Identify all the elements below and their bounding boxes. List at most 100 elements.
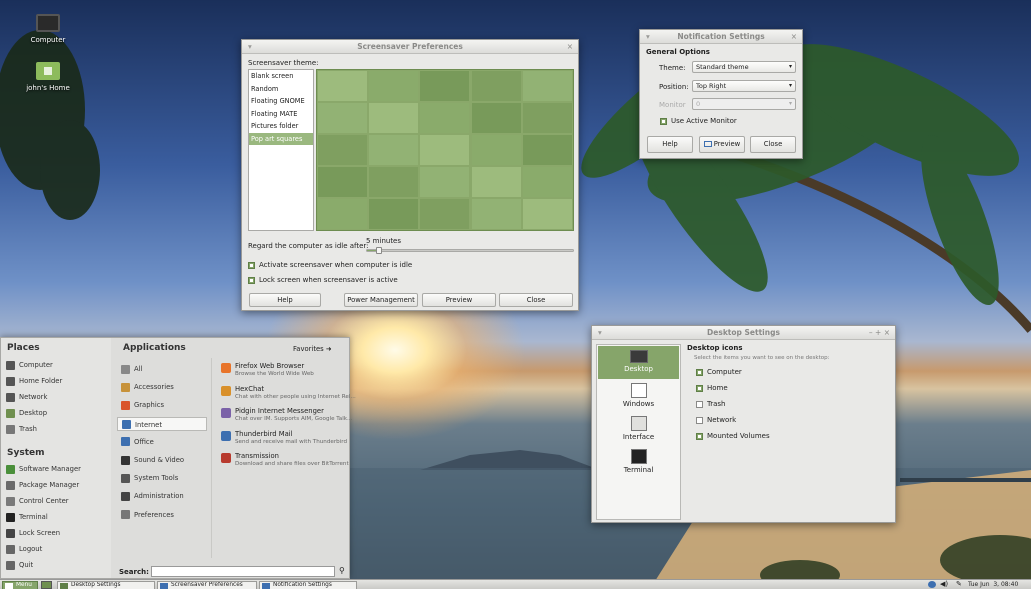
preview-button[interactable]: Preview xyxy=(699,136,745,153)
help-button[interactable]: Help xyxy=(647,136,693,153)
window-menu-icon[interactable]: ▾ xyxy=(646,30,650,43)
option-checkbox[interactable] xyxy=(696,368,703,376)
option-checkbox[interactable] xyxy=(696,416,703,424)
category-item[interactable]: Administration xyxy=(117,489,207,503)
option-checkbox[interactable] xyxy=(696,400,703,408)
places-item[interactable]: Trash xyxy=(6,422,37,436)
screensaver-titlebar[interactable]: ▾ Screensaver Preferences × xyxy=(242,40,578,54)
desktop-icon-option[interactable]: Trash xyxy=(696,400,726,408)
power-management-button[interactable]: Power Management xyxy=(344,293,418,307)
option-checkbox[interactable] xyxy=(696,432,703,440)
category-label: Graphics xyxy=(134,401,165,410)
window-title: Screensaver Preferences xyxy=(357,42,463,51)
taskbar-window-screensaver[interactable]: Screensaver Preferences xyxy=(157,581,257,589)
desktop-icon-option[interactable]: Home xyxy=(696,384,728,392)
preview-label: Preview xyxy=(713,140,741,148)
show-desktop-icon[interactable] xyxy=(41,581,52,589)
system-item[interactable]: Terminal xyxy=(6,510,48,524)
search-icon[interactable]: ⚲ xyxy=(339,566,345,575)
window-icon xyxy=(262,583,270,589)
theme-list-item[interactable]: Pop art squares xyxy=(249,132,313,145)
notification-titlebar[interactable]: ▾ Notification Settings × xyxy=(640,30,802,44)
option-checkbox[interactable] xyxy=(696,384,703,392)
system-item[interactable]: Logout xyxy=(6,542,42,556)
category-item[interactable]: Accessories xyxy=(117,380,207,394)
idle-slider-handle[interactable] xyxy=(376,247,383,254)
theme-list-item[interactable]: Blank screen xyxy=(249,70,313,83)
desktop-icon-computer[interactable]: Computer xyxy=(27,14,69,44)
tab-desktop[interactable]: Desktop xyxy=(598,346,679,379)
theme-list-item[interactable]: Random xyxy=(249,83,313,96)
theme-list[interactable]: Blank screen Random Floating GNOME Floating… xyxy=(248,69,314,231)
search-input[interactable] xyxy=(151,566,335,577)
theme-combo[interactable]: Standard theme ▾ xyxy=(692,61,796,73)
taskbar-window-notification[interactable]: Notification Settings xyxy=(259,581,357,589)
preview-square xyxy=(471,103,521,133)
taskbar-window-desktop-settings[interactable]: Desktop Settings xyxy=(57,581,155,589)
category-item[interactable]: All xyxy=(117,362,207,376)
help-button[interactable]: Help xyxy=(249,293,321,307)
clock[interactable]: Tue Jun 3, 08:40 xyxy=(968,581,1018,588)
lock-checkbox-row[interactable]: Lock screen when screensaver is active xyxy=(248,276,398,284)
category-label: Internet xyxy=(135,420,162,429)
places-item[interactable]: Home Folder xyxy=(6,374,62,388)
volume-icon[interactable]: ◀) xyxy=(940,580,948,588)
activate-checkbox-row[interactable]: Activate screensaver when computer is id… xyxy=(248,261,412,269)
tab-interface[interactable]: Interface xyxy=(598,414,679,447)
system-item[interactable]: Software Manager xyxy=(6,462,81,476)
places-panel: Places Computer Home Folder Network Desktop… xyxy=(1,338,111,578)
window-menu-icon[interactable]: ▾ xyxy=(248,40,252,53)
places-item[interactable]: Desktop xyxy=(6,406,47,420)
desktop-icon-home[interactable]: john's Home xyxy=(22,62,74,92)
system-item[interactable]: Control Center xyxy=(6,494,69,508)
theme-list-item[interactable]: Floating MATE xyxy=(249,108,313,121)
desktop-icon-option[interactable]: Computer xyxy=(696,368,742,376)
close-icon[interactable]: × xyxy=(791,30,797,43)
close-button[interactable]: Close xyxy=(499,293,573,307)
network-icon[interactable] xyxy=(928,581,936,588)
category-icon xyxy=(121,491,130,501)
system-item[interactable]: Quit xyxy=(6,558,33,572)
preview-button[interactable]: Preview xyxy=(422,293,496,307)
application-item[interactable]: Firefox Web Browser Browse the World Wide… xyxy=(221,362,349,382)
category-item[interactable]: Graphics xyxy=(117,398,207,412)
tab-windows[interactable]: Windows xyxy=(598,381,679,414)
active-monitor-checkbox[interactable] xyxy=(660,117,667,125)
theme-list-item[interactable]: Floating GNOME xyxy=(249,95,313,108)
window-controls[interactable]: – + × xyxy=(869,326,890,339)
category-item[interactable]: Internet xyxy=(117,416,207,431)
menu-item-icon xyxy=(6,392,15,402)
places-item[interactable]: Computer xyxy=(6,358,53,372)
system-item[interactable]: Package Manager xyxy=(6,478,79,492)
position-combo[interactable]: Top Right ▾ xyxy=(692,80,796,92)
category-item[interactable]: Preferences xyxy=(117,508,207,522)
theme-list-item[interactable]: Pictures folder xyxy=(249,120,313,133)
favorites-button[interactable]: Favorites ➜ xyxy=(293,345,332,353)
close-icon[interactable]: × xyxy=(567,40,573,53)
application-item[interactable]: HexChat Chat with other people using Inte… xyxy=(221,385,356,405)
category-item[interactable]: Office xyxy=(117,435,207,449)
window-menu-icon[interactable]: ▾ xyxy=(598,326,602,339)
lock-checkbox[interactable] xyxy=(248,276,255,284)
activate-checkbox[interactable] xyxy=(248,261,255,269)
menu-button[interactable]: Menu xyxy=(2,581,38,589)
menu-item-icon xyxy=(6,376,15,386)
monitor-combo: 0 ▾ xyxy=(692,98,796,110)
tab-terminal[interactable]: Terminal xyxy=(598,447,679,480)
application-item[interactable]: Transmission Download and share files ove… xyxy=(221,452,349,472)
category-item[interactable]: Sound & Video xyxy=(117,453,207,467)
system-item[interactable]: Lock Screen xyxy=(6,526,60,540)
settings-icon[interactable]: ✎ xyxy=(956,580,962,588)
lock-label: Lock screen when screensaver is active xyxy=(259,276,398,284)
active-monitor-row[interactable]: Use Active Monitor xyxy=(660,117,737,125)
terminal-tab-icon xyxy=(630,449,647,464)
application-item[interactable]: Pidgin Internet Messenger Chat over IM. S… xyxy=(221,407,352,427)
desktop-icon-option[interactable]: Network xyxy=(696,416,736,424)
desktop-settings-titlebar[interactable]: ▾ Desktop Settings – + × xyxy=(592,326,895,340)
desktop-icon-option[interactable]: Mounted Volumes xyxy=(696,432,770,440)
idle-slider[interactable] xyxy=(366,247,574,254)
category-item[interactable]: System Tools xyxy=(117,471,207,485)
application-item[interactable]: Thunderbird Mail Send and receive mail wi… xyxy=(221,430,349,450)
places-item[interactable]: Network xyxy=(6,390,47,404)
close-button[interactable]: Close xyxy=(750,136,796,153)
